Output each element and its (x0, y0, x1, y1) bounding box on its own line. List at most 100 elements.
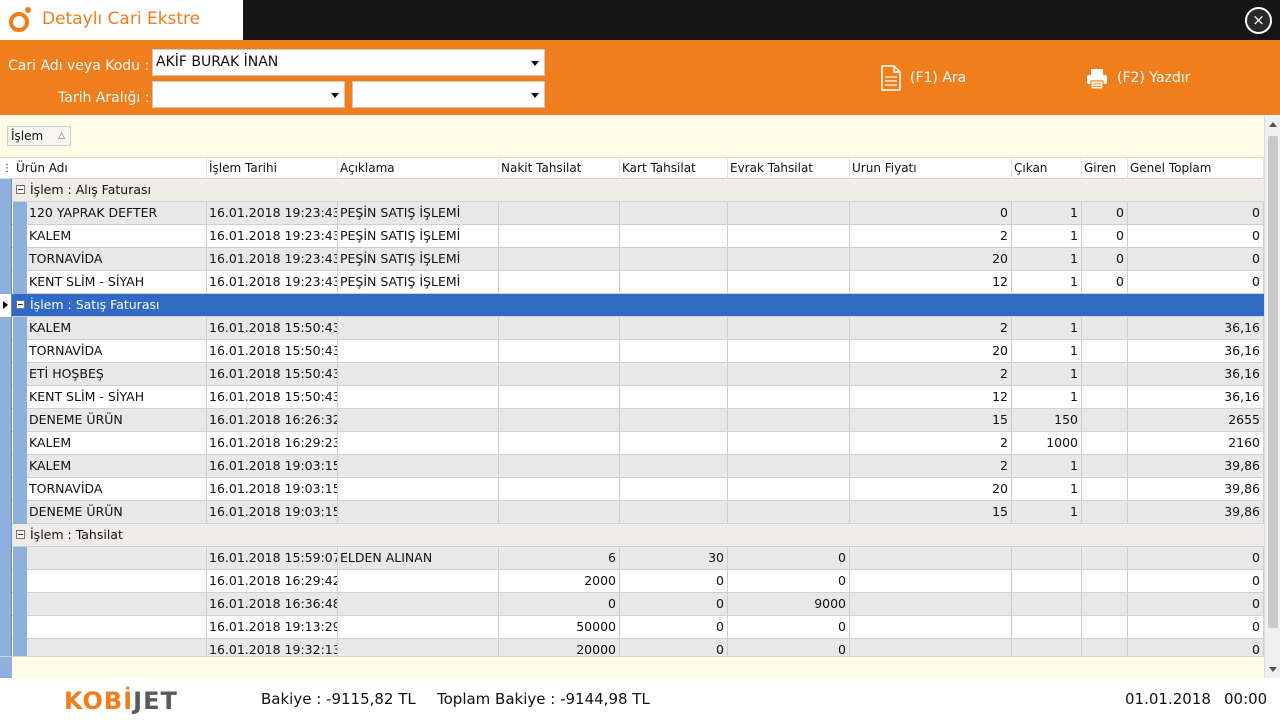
customer-combo[interactable]: AKİF BURAK İNAN (152, 49, 545, 76)
table-cell: 15 (850, 409, 1012, 431)
table-cell: 0 (1128, 271, 1264, 293)
table-cell: 16.01.2018 19:03:15 (207, 501, 338, 523)
collapse-icon[interactable] (16, 300, 25, 309)
table-cell (1082, 547, 1128, 569)
table-cell: 12 (850, 271, 1012, 293)
table-row[interactable]: KALEM 16.01.2018 19:23:43 PEŞİN SATIŞ İŞLE… (0, 225, 1264, 248)
collapse-icon[interactable] (16, 185, 25, 194)
column-header[interactable]: Urun Fiyatı (850, 158, 1012, 179)
table-cell (27, 593, 207, 615)
group-row[interactable]: İşlem : Tahsilat (0, 524, 1264, 547)
table-cell (620, 455, 728, 477)
column-header[interactable]: İşlem Tarihi (207, 158, 338, 179)
table-cell (620, 317, 728, 339)
document-icon (881, 65, 901, 91)
table-cell (620, 386, 728, 408)
column-header[interactable]: Kart Tahsilat (620, 158, 728, 179)
table-cell (620, 478, 728, 500)
table-row[interactable]: 16.01.2018 16:29:42 2000 0 0 0 (0, 570, 1264, 593)
table-cell (1082, 593, 1128, 615)
table-cell (499, 317, 620, 339)
table-row[interactable]: DENEME ÜRÜN 16.01.2018 19:03:15 15 1 39,86 (0, 501, 1264, 524)
table-row[interactable]: TORNAVİDA 16.01.2018 19:03:15 20 1 39,86 (0, 478, 1264, 501)
table-cell: 20 (850, 340, 1012, 362)
row-indicator (0, 524, 12, 547)
group-indent (13, 547, 27, 570)
table-row[interactable]: TORNAVİDA 16.01.2018 15:50:43 20 1 36,16 (0, 340, 1264, 363)
table-row[interactable]: DENEME ÜRÜN 16.01.2018 16:26:32 15 150 2655 (0, 409, 1264, 432)
table-row[interactable]: KENT SLİM - SİYAH 16.01.2018 19:23:43 PEŞİ… (0, 271, 1264, 294)
chevron-down-icon[interactable] (331, 93, 339, 98)
column-header[interactable]: Genel Toplam (1128, 158, 1264, 179)
table-row[interactable]: 16.01.2018 19:13:29 50000 0 0 0 (0, 616, 1264, 639)
table-row[interactable]: KALEM 16.01.2018 19:03:15 2 1 39,86 (0, 455, 1264, 478)
table-row[interactable]: KENT SLİM - SİYAH 16.01.2018 15:50:43 12 1 3… (0, 386, 1264, 409)
print-button[interactable]: (F2) Yazdır (1086, 68, 1196, 92)
collapse-icon[interactable] (16, 530, 25, 539)
column-header[interactable]: Ürün Adı (14, 158, 207, 179)
table-cell (1082, 570, 1128, 592)
column-chooser-icon[interactable]: ⋮ (0, 158, 14, 179)
group-row[interactable]: İşlem : Satış Faturası (0, 294, 1264, 317)
scroll-thumb[interactable] (1268, 136, 1278, 628)
chevron-down-icon[interactable] (531, 93, 539, 98)
table-row[interactable]: TORNAVİDA 16.01.2018 19:23:43 PEŞİN SATIŞ … (0, 248, 1264, 271)
customer-label: Cari Adı veya Kodu : (8, 58, 150, 74)
search-button[interactable]: (F1) Ara (880, 64, 970, 94)
table-cell (499, 363, 620, 385)
table-cell: 30 (620, 547, 728, 569)
group-indent (13, 363, 27, 386)
vertical-scrollbar[interactable] (1264, 116, 1280, 678)
table-cell: 39,86 (1128, 455, 1264, 477)
table-cell (728, 248, 850, 270)
table-cell (620, 363, 728, 385)
column-header[interactable]: Giren (1082, 158, 1128, 179)
table-cell: 16.01.2018 15:59:07 (207, 547, 338, 569)
table-row[interactable]: 16.01.2018 19:32:13 20000 0 0 0 (0, 639, 1264, 656)
column-header[interactable]: Açıklama (338, 158, 499, 179)
date-to-combo[interactable] (352, 81, 545, 108)
table-cell: 15 (850, 501, 1012, 523)
table-cell: TORNAVİDA (27, 248, 207, 270)
table-cell (338, 570, 499, 592)
table-cell: 0 (1128, 616, 1264, 638)
table-cell: 16.01.2018 15:50:43 (207, 386, 338, 408)
group-by-chip[interactable]: İşlem △ (7, 126, 71, 146)
table-cell (27, 616, 207, 638)
table-row[interactable]: 16.01.2018 15:59:07 ELDEN ALINAN 6 30 0 0 (0, 547, 1264, 570)
title-tab: Detaylı Cari Ekstre (0, 0, 243, 40)
scroll-down-icon[interactable] (1269, 667, 1277, 672)
table-cell (1082, 409, 1128, 431)
table-cell (728, 478, 850, 500)
column-header[interactable]: Çıkan (1012, 158, 1082, 179)
group-row[interactable]: İşlem : Alış Faturası (0, 179, 1264, 202)
close-button[interactable]: × (1245, 7, 1272, 34)
scroll-up-icon[interactable] (1269, 122, 1277, 127)
table-cell (1082, 432, 1128, 454)
table-cell: 1 (1012, 248, 1082, 270)
chevron-down-icon[interactable] (531, 61, 539, 66)
column-header[interactable]: Evrak Tahsilat (728, 158, 850, 179)
date-from-combo[interactable] (152, 81, 345, 108)
table-cell: 0 (1128, 202, 1264, 224)
table-row[interactable]: KALEM 16.01.2018 15:50:43 2 1 36,16 (0, 317, 1264, 340)
table-cell: PEŞİN SATIŞ İŞLEMİ (338, 248, 499, 270)
table-cell (1012, 593, 1082, 615)
table-cell: 0 (1128, 570, 1264, 592)
column-header[interactable]: Nakit Tahsilat (499, 158, 620, 179)
table-cell: 0 (1082, 225, 1128, 247)
table-cell: 0 (1082, 271, 1128, 293)
table-row[interactable]: 16.01.2018 16:36:48 0 0 9000 0 (0, 593, 1264, 616)
table-cell (620, 202, 728, 224)
table-row[interactable]: ETİ HOŞBEŞ 16.01.2018 15:50:43 2 1 36,16 (0, 363, 1264, 386)
group-indent (13, 639, 27, 656)
table-row[interactable]: 120 YAPRAK DEFTER 16.01.2018 19:23:43 PEŞİ… (0, 202, 1264, 225)
table-row[interactable]: KALEM 16.01.2018 16:29:23 2 1000 2160 (0, 432, 1264, 455)
group-indent (13, 616, 27, 639)
row-indicator (0, 570, 12, 593)
group-indent (13, 478, 27, 501)
table-cell: 1 (1012, 202, 1082, 224)
table-cell (728, 271, 850, 293)
table-cell: 0 (1128, 225, 1264, 247)
title-bar: Detaylı Cari Ekstre × (0, 0, 1280, 40)
